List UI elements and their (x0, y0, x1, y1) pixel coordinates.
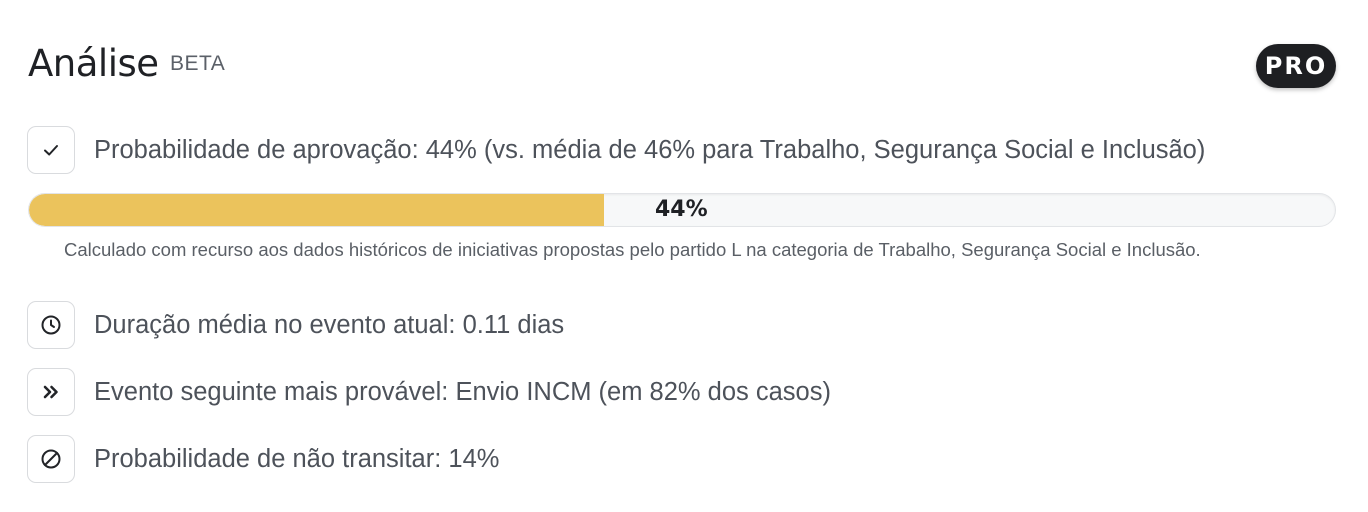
stat-row-duration: Duração média no evento atual: 0.11 dias (27, 301, 564, 349)
approval-progress-fill (29, 194, 604, 226)
stat-row-not-transit: Probabilidade de não transitar: 14% (27, 435, 499, 483)
approval-progress-label: 44% (655, 197, 708, 222)
check-icon (44, 145, 58, 156)
beta-label: BETA (170, 52, 226, 75)
double-chevron-icon-box (27, 368, 75, 416)
approval-footnote: Calculado com recurso aos dados históric… (64, 239, 1201, 260)
prohibited-icon (41, 449, 61, 469)
double-chevron-right-icon (43, 385, 58, 399)
approval-probability-row: Probabilidade de aprovação: 44% (vs. méd… (27, 126, 1205, 174)
check-icon-box (27, 126, 75, 174)
clock-icon-box (27, 301, 75, 349)
stat-row-next-event: Evento seguinte mais provável: Envio INC… (27, 368, 831, 416)
prohibited-icon-box (27, 435, 75, 483)
approval-progress-bar: 44% (28, 193, 1336, 227)
clock-icon (41, 315, 61, 335)
stat-text-duration: Duração média no evento atual: 0.11 dias (94, 310, 565, 339)
stat-text-not-transit: Probabilidade de não transitar: 14% (94, 444, 500, 473)
stat-text-next-event: Evento seguinte mais provável: Envio INC… (94, 377, 831, 406)
approval-probability-text: Probabilidade de aprovação: 44% (vs. méd… (94, 135, 1206, 164)
analysis-header: Análise BETA PRO (28, 40, 1338, 92)
pro-badge[interactable]: PRO (1256, 44, 1336, 88)
page-title: Análise (28, 42, 159, 85)
